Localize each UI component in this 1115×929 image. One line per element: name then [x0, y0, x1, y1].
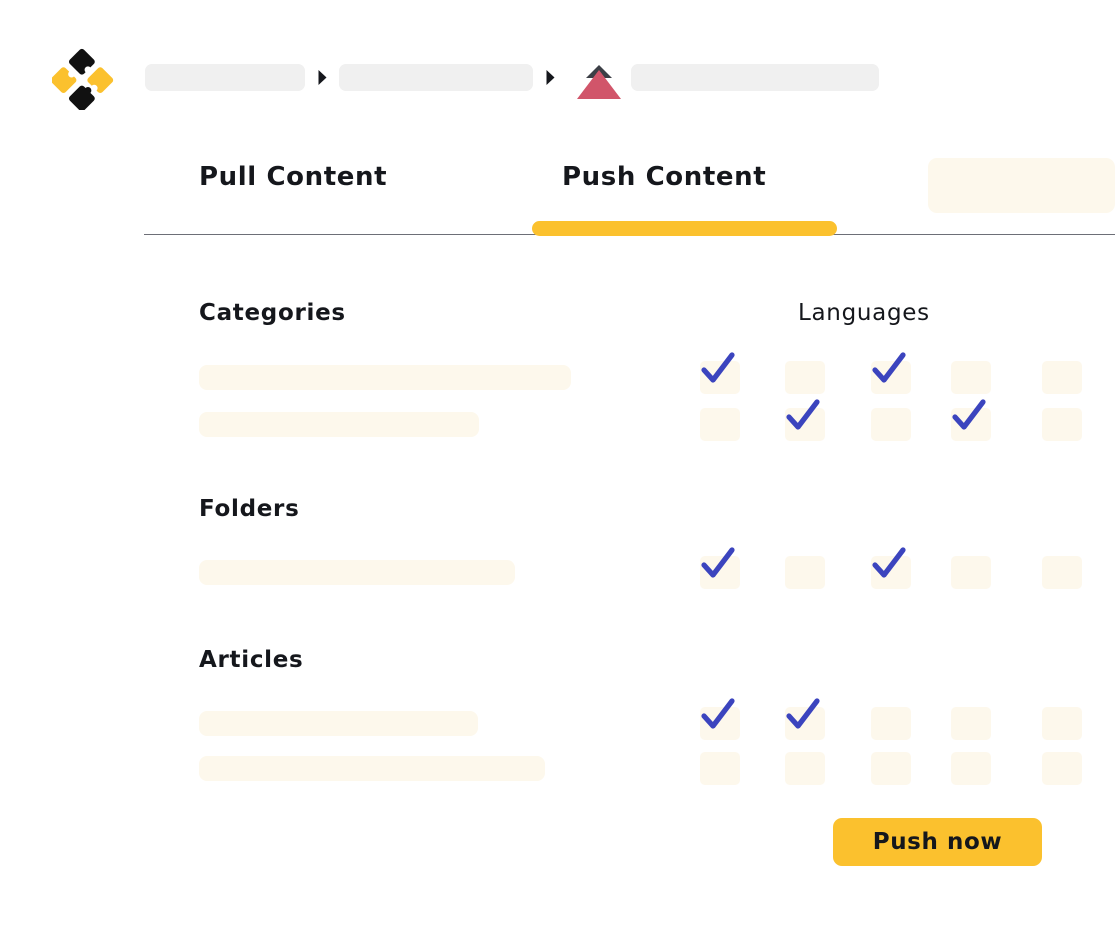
language-checkbox[interactable]	[1042, 707, 1082, 740]
language-checkbox[interactable]	[951, 752, 991, 785]
language-checkbox[interactable]	[785, 707, 825, 740]
language-checkbox[interactable]	[871, 752, 911, 785]
language-checkbox[interactable]	[1042, 556, 1082, 589]
breadcrumb-item-1[interactable]	[145, 64, 305, 91]
tab-push-content[interactable]: Push Content	[562, 162, 766, 192]
language-checkbox[interactable]	[700, 361, 740, 394]
row-label-placeholder[interactable]	[199, 412, 479, 437]
section-title-articles: Articles	[199, 647, 303, 673]
row-label-placeholder[interactable]	[199, 560, 515, 585]
language-checkbox[interactable]	[951, 361, 991, 394]
language-checkbox[interactable]	[700, 752, 740, 785]
language-checkbox[interactable]	[700, 556, 740, 589]
breadcrumb	[145, 62, 879, 92]
language-checkbox[interactable]	[871, 707, 911, 740]
tab-pull-content[interactable]: Pull Content	[199, 162, 387, 192]
language-checkbox[interactable]	[951, 707, 991, 740]
language-checkbox[interactable]	[1042, 408, 1082, 441]
language-checkbox[interactable]	[700, 408, 740, 441]
row-label-placeholder[interactable]	[199, 756, 545, 781]
language-checkbox[interactable]	[1042, 752, 1082, 785]
language-checkbox[interactable]	[700, 707, 740, 740]
red-triangle-marker-icon	[567, 54, 631, 100]
language-checkbox[interactable]	[1042, 361, 1082, 394]
language-checkbox[interactable]	[871, 556, 911, 589]
section-title-categories: Categories	[199, 300, 346, 326]
language-checkbox[interactable]	[785, 556, 825, 589]
app-header	[0, 0, 1115, 140]
row-label-placeholder[interactable]	[199, 365, 571, 390]
tab-bar: Pull Content Push Content	[0, 140, 1115, 235]
language-checkbox[interactable]	[785, 361, 825, 394]
section-title-folders: Folders	[199, 496, 299, 522]
push-now-button[interactable]: Push now	[833, 818, 1042, 866]
app-logo[interactable]	[52, 46, 116, 110]
chevron-right-icon	[305, 64, 339, 91]
active-tab-indicator	[532, 221, 837, 236]
language-checkbox[interactable]	[871, 408, 911, 441]
language-checkbox[interactable]	[785, 408, 825, 441]
language-checkbox[interactable]	[951, 408, 991, 441]
language-checkbox[interactable]	[785, 752, 825, 785]
breadcrumb-item-3[interactable]	[631, 64, 879, 91]
breadcrumb-item-2[interactable]	[339, 64, 533, 91]
tab-bar-action-placeholder[interactable]	[928, 158, 1115, 213]
language-checkbox[interactable]	[951, 556, 991, 589]
row-label-placeholder[interactable]	[199, 711, 478, 736]
language-checkbox[interactable]	[871, 361, 911, 394]
languages-column-label: Languages	[798, 300, 930, 326]
four-puzzle-pieces-diamond-logo-icon	[52, 46, 116, 110]
chevron-right-icon-2	[533, 64, 567, 91]
